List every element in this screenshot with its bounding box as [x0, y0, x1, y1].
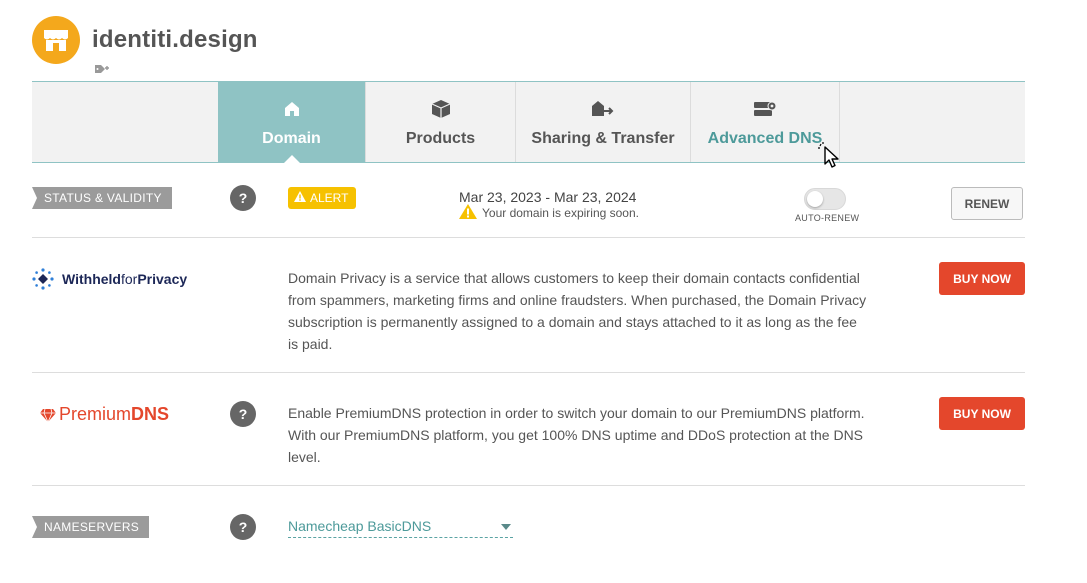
server-icon: [753, 98, 777, 120]
active-tab-caret: [283, 155, 300, 163]
privacy-logo-icon: [32, 268, 54, 290]
premium-dns-logo: PremiumDNS: [40, 404, 169, 425]
mouse-pointer-icon: [818, 142, 846, 175]
tab-sharing-transfer[interactable]: Sharing & Transfer: [516, 82, 691, 162]
nameservers-select[interactable]: Namecheap BasicDNS: [288, 516, 513, 538]
alert-badge-label: ALERT: [310, 191, 349, 205]
privacy-logo-text: WithheldforPrivacy: [62, 271, 187, 287]
chevron-down-icon: [501, 524, 511, 530]
toggle-knob: [807, 191, 823, 207]
nameservers-help-icon[interactable]: ?: [230, 514, 256, 540]
premium-dns-description: Enable PremiumDNS protection in order to…: [288, 405, 865, 465]
status-validity-label: STATUS & VALIDITY: [32, 187, 172, 209]
logo-text-withheld: Withheld: [62, 271, 121, 287]
buy-premium-dns-button[interactable]: BUY NOW: [939, 397, 1025, 430]
status-help-icon[interactable]: ?: [230, 185, 256, 211]
tab-sharing-transfer-label: Sharing & Transfer: [531, 130, 675, 147]
domain-tabs: Domain Products Sharing & Transfer Advan…: [32, 81, 1025, 163]
nameservers-label: NAMESERVERS: [32, 516, 150, 538]
logo-text-premium: Premium: [59, 404, 132, 424]
tab-advanced-dns-label: Advanced DNS: [707, 130, 823, 147]
privacy-description: Domain Privacy is a service that allows …: [288, 270, 867, 352]
warning-icon: [459, 204, 477, 222]
auto-renew-label: AUTO-RENEW: [795, 213, 860, 223]
divider: [32, 485, 1025, 486]
tab-products[interactable]: Products: [366, 82, 516, 162]
divider: [32, 237, 1025, 238]
expiry-warning: Your domain is expiring soon.: [459, 204, 639, 222]
logo-text-privacy: Privacy: [137, 271, 188, 287]
transfer-icon: [591, 98, 615, 120]
logo-text-dns: DNS: [131, 404, 170, 424]
box-icon: [430, 98, 452, 120]
domain-title: identiti.design: [92, 26, 258, 53]
diamond-icon: [40, 408, 56, 422]
validity-dates: Mar 23, 2023 - Mar 23, 2024: [459, 189, 637, 205]
renew-button[interactable]: RENEW: [951, 187, 1023, 220]
tag-add-icon[interactable]: [94, 62, 110, 80]
store-icon: [32, 16, 80, 64]
buy-privacy-button[interactable]: BUY NOW: [939, 262, 1025, 295]
alert-badge: ALERT: [288, 187, 357, 209]
nameservers-selected-value: Namecheap BasicDNS: [288, 518, 432, 534]
tab-products-label: Products: [405, 130, 476, 147]
premium-dns-logo-text: PremiumDNS: [59, 404, 169, 425]
withheld-for-privacy-logo: WithheldforPrivacy: [32, 268, 187, 290]
logo-text-for: for: [120, 271, 138, 287]
expiry-warning-text: Your domain is expiring soon.: [482, 206, 639, 220]
tab-domain-label: Domain: [262, 130, 321, 147]
home-icon: [284, 98, 300, 120]
divider: [32, 372, 1025, 373]
tab-domain[interactable]: Domain: [218, 82, 366, 163]
warning-icon: [294, 191, 306, 205]
auto-renew-toggle[interactable]: [804, 188, 846, 210]
premium-dns-help-icon[interactable]: ?: [230, 401, 256, 427]
